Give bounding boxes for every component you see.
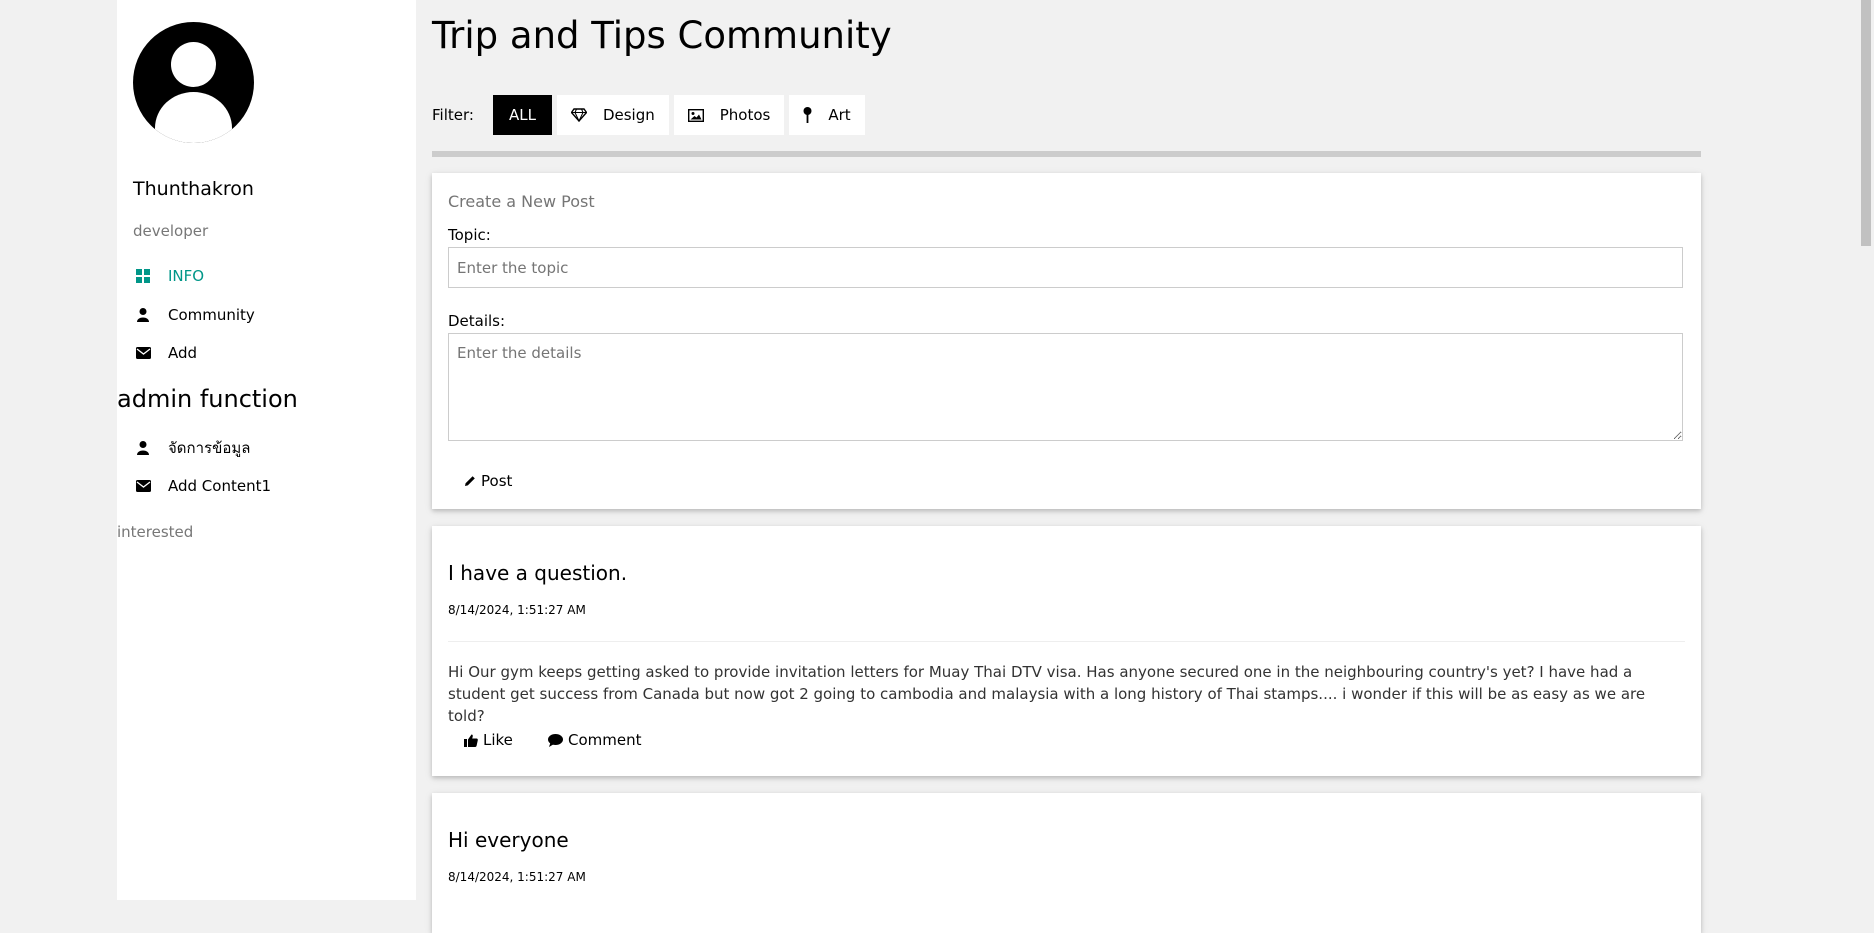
- sidebar-item-label: จัดการข้อมูล: [168, 439, 251, 457]
- post-divider: [448, 641, 1685, 642]
- create-post-title: Create a New Post: [448, 192, 595, 211]
- sidebar-item-add[interactable]: Add: [133, 340, 197, 366]
- comment-button-label: Comment: [568, 731, 642, 749]
- post-title: I have a question.: [448, 561, 628, 585]
- comment-button[interactable]: Comment: [548, 731, 642, 749]
- sidebar-item-info[interactable]: INFO: [133, 263, 204, 289]
- interested-label: interested: [117, 523, 194, 541]
- sidebar-item-community[interactable]: Community: [133, 302, 255, 328]
- sidebar-item-label: INFO: [168, 267, 205, 285]
- filter-photos-button[interactable]: Photos: [673, 95, 785, 135]
- admin-section-title: admin function: [117, 385, 298, 413]
- filter-button-label: Design: [602, 106, 655, 124]
- scrollbar-thumb[interactable]: [1861, 0, 1871, 246]
- page-title: Trip and Tips Community: [432, 14, 892, 57]
- post-card: Hi everyone 8/14/2024, 1:51:27 AM: [432, 793, 1701, 933]
- post-card: I have a question. 8/14/2024, 1:51:27 AM…: [432, 526, 1701, 776]
- filter-art-button[interactable]: Art: [789, 95, 865, 135]
- sidebar-item-manage-data[interactable]: จัดการข้อมูล: [133, 435, 250, 461]
- sidebar-item-label: Community: [168, 306, 255, 324]
- envelope-icon: [133, 343, 153, 363]
- dashboard-icon: [133, 266, 153, 286]
- page-scrollbar[interactable]: [1857, 0, 1874, 900]
- create-post-card: Create a New Post Topic: Details: Post: [432, 173, 1701, 509]
- avatar-icon: [133, 22, 254, 143]
- topic-label: Topic:: [448, 226, 491, 244]
- profile-name: Thunthakron: [133, 178, 254, 200]
- thumbs-up-icon: [464, 734, 478, 747]
- divider: [432, 151, 1701, 157]
- map-pin-icon: [803, 107, 812, 123]
- post-title: Hi everyone: [448, 828, 569, 852]
- user-icon: [133, 438, 153, 458]
- post-date: 8/14/2024, 1:51:27 AM: [448, 870, 586, 884]
- details-textarea[interactable]: [448, 333, 1683, 441]
- pencil-icon: [464, 475, 476, 487]
- comment-icon: [548, 733, 563, 747]
- profile-role: developer: [133, 222, 209, 240]
- sidebar-item-label: Add Content1: [168, 477, 272, 495]
- envelope-icon: [133, 476, 153, 496]
- filter-bar: Filter: ALL Design Photos Art: [432, 95, 870, 135]
- post-date: 8/14/2024, 1:51:27 AM: [448, 603, 586, 617]
- post-button[interactable]: Post: [464, 472, 512, 490]
- filter-button-label: Art: [828, 106, 851, 124]
- photo-icon: [687, 108, 704, 122]
- filter-button-label: Photos: [719, 106, 771, 124]
- diamond-icon: [570, 108, 587, 122]
- details-label: Details:: [448, 312, 506, 330]
- filter-design-button[interactable]: Design: [556, 95, 669, 135]
- like-button[interactable]: Like: [464, 731, 513, 749]
- sidebar-item-label: Add: [168, 344, 198, 362]
- like-button-label: Like: [483, 731, 513, 749]
- filter-all-button[interactable]: ALL: [492, 95, 552, 135]
- topic-input[interactable]: [448, 247, 1683, 288]
- user-icon: [133, 305, 153, 325]
- sidebar: Thunthakron developer INFO Community Add…: [117, 0, 416, 900]
- post-body: Hi Our gym keeps getting asked to provid…: [448, 663, 1646, 725]
- post-button-label: Post: [481, 472, 513, 490]
- filter-label: Filter:: [432, 106, 474, 124]
- filter-button-label: ALL: [508, 106, 536, 124]
- sidebar-item-add-content1[interactable]: Add Content1: [133, 473, 271, 499]
